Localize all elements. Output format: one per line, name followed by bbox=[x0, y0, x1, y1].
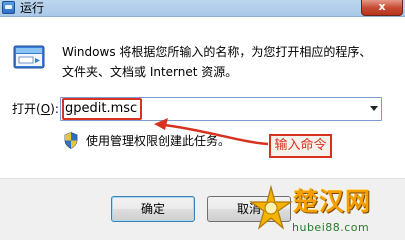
open-label: 打开(O): bbox=[12, 101, 59, 117]
annotation-arrow-icon bbox=[154, 118, 269, 146]
uac-shield-icon bbox=[64, 132, 78, 149]
open-label-suffix: ): bbox=[50, 102, 59, 116]
title-bar[interactable]: 运行 x bbox=[0, 0, 405, 17]
open-label-accelerator: O bbox=[40, 102, 51, 116]
close-button[interactable]: x bbox=[361, 0, 403, 16]
ok-button[interactable]: 确定 bbox=[111, 196, 195, 222]
dialog-description: Windows 将根据您所输入的名称，为您打开相应的程序、 文件夹、文档或 In… bbox=[62, 42, 371, 82]
annotation-label: 输入命令 bbox=[269, 134, 332, 158]
description-line-2: 文件夹、文档或 Internet 资源。 bbox=[62, 65, 238, 79]
watermark-logo bbox=[249, 184, 293, 230]
watermark-brand: 楚汉网 bbox=[293, 187, 372, 216]
run-app-icon bbox=[2, 1, 15, 14]
watermark-url: hubei88.com bbox=[292, 221, 370, 234]
description-line-1: Windows 将根据您所输入的名称，为您打开相应的程序、 bbox=[62, 45, 372, 59]
input-highlight-box bbox=[62, 98, 142, 120]
open-label-prefix: 打开( bbox=[12, 102, 41, 116]
chevron-down-icon[interactable] bbox=[370, 106, 378, 111]
run-dialog-icon bbox=[13, 45, 45, 69]
window-title: 运行 bbox=[20, 1, 45, 15]
